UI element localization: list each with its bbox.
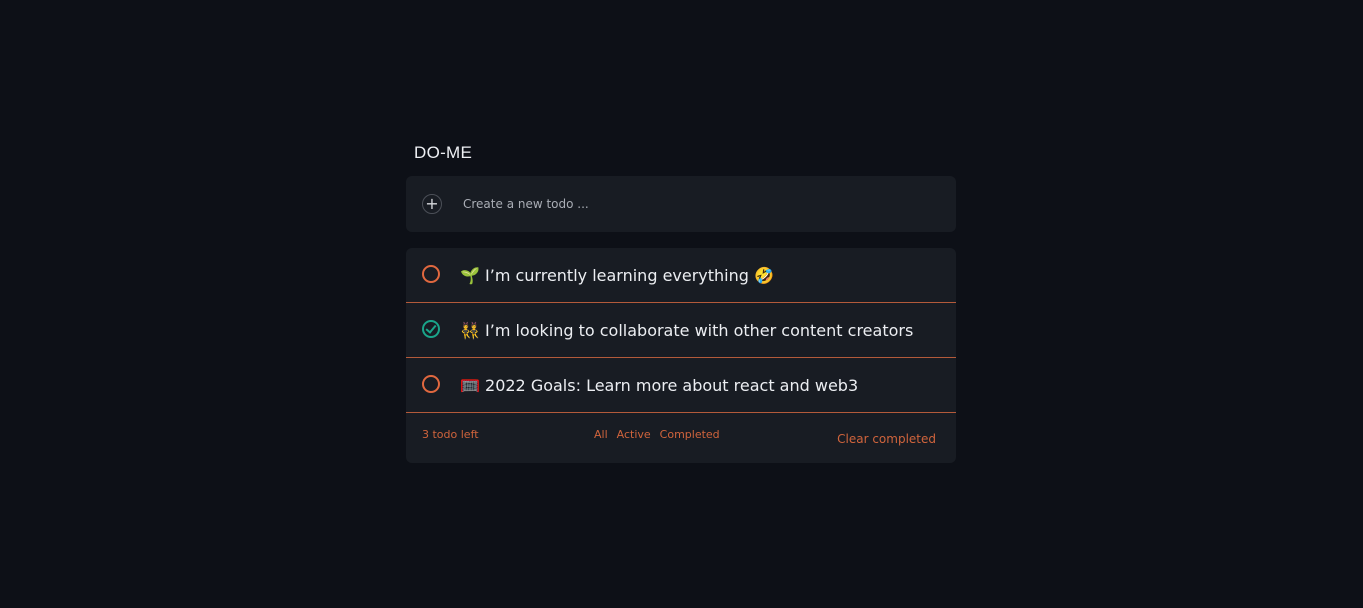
- plus-icon[interactable]: +: [422, 194, 442, 214]
- app-title: DO-ME: [414, 143, 473, 162]
- filter-group: All Active Completed: [594, 428, 720, 441]
- todo-text: 🌱 I’m currently learning everything 🤣: [460, 265, 774, 285]
- todo-checkbox[interactable]: [422, 320, 440, 338]
- todo-item[interactable]: 🌱 I’m currently learning everything 🤣: [406, 248, 956, 303]
- todo-item[interactable]: 🥅 2022 Goals: Learn more about react and…: [406, 358, 956, 413]
- todo-text: 👯 I’m looking to collaborate with other …: [460, 320, 914, 340]
- todo-checkbox[interactable]: [422, 375, 440, 393]
- filter-active[interactable]: Active: [617, 428, 651, 441]
- filter-completed[interactable]: Completed: [660, 428, 720, 441]
- new-todo-bar: +: [406, 176, 956, 232]
- todo-app: DO-ME + 🌱 I’m currently learning everyth…: [406, 140, 956, 463]
- todo-item[interactable]: 👯 I’m looking to collaborate with other …: [406, 303, 956, 358]
- items-left-count: 3 todo left: [422, 428, 479, 441]
- todo-checkbox[interactable]: [422, 265, 440, 283]
- todo-text: 🥅 2022 Goals: Learn more about react and…: [460, 375, 859, 395]
- filter-all[interactable]: All: [594, 428, 608, 441]
- new-todo-input[interactable]: [461, 196, 905, 212]
- clear-completed-button[interactable]: Clear completed: [837, 432, 936, 446]
- todo-list: 🌱 I’m currently learning everything 🤣 👯 …: [406, 248, 956, 463]
- todo-footer: 3 todo left All Active Completed Clear c…: [406, 413, 956, 463]
